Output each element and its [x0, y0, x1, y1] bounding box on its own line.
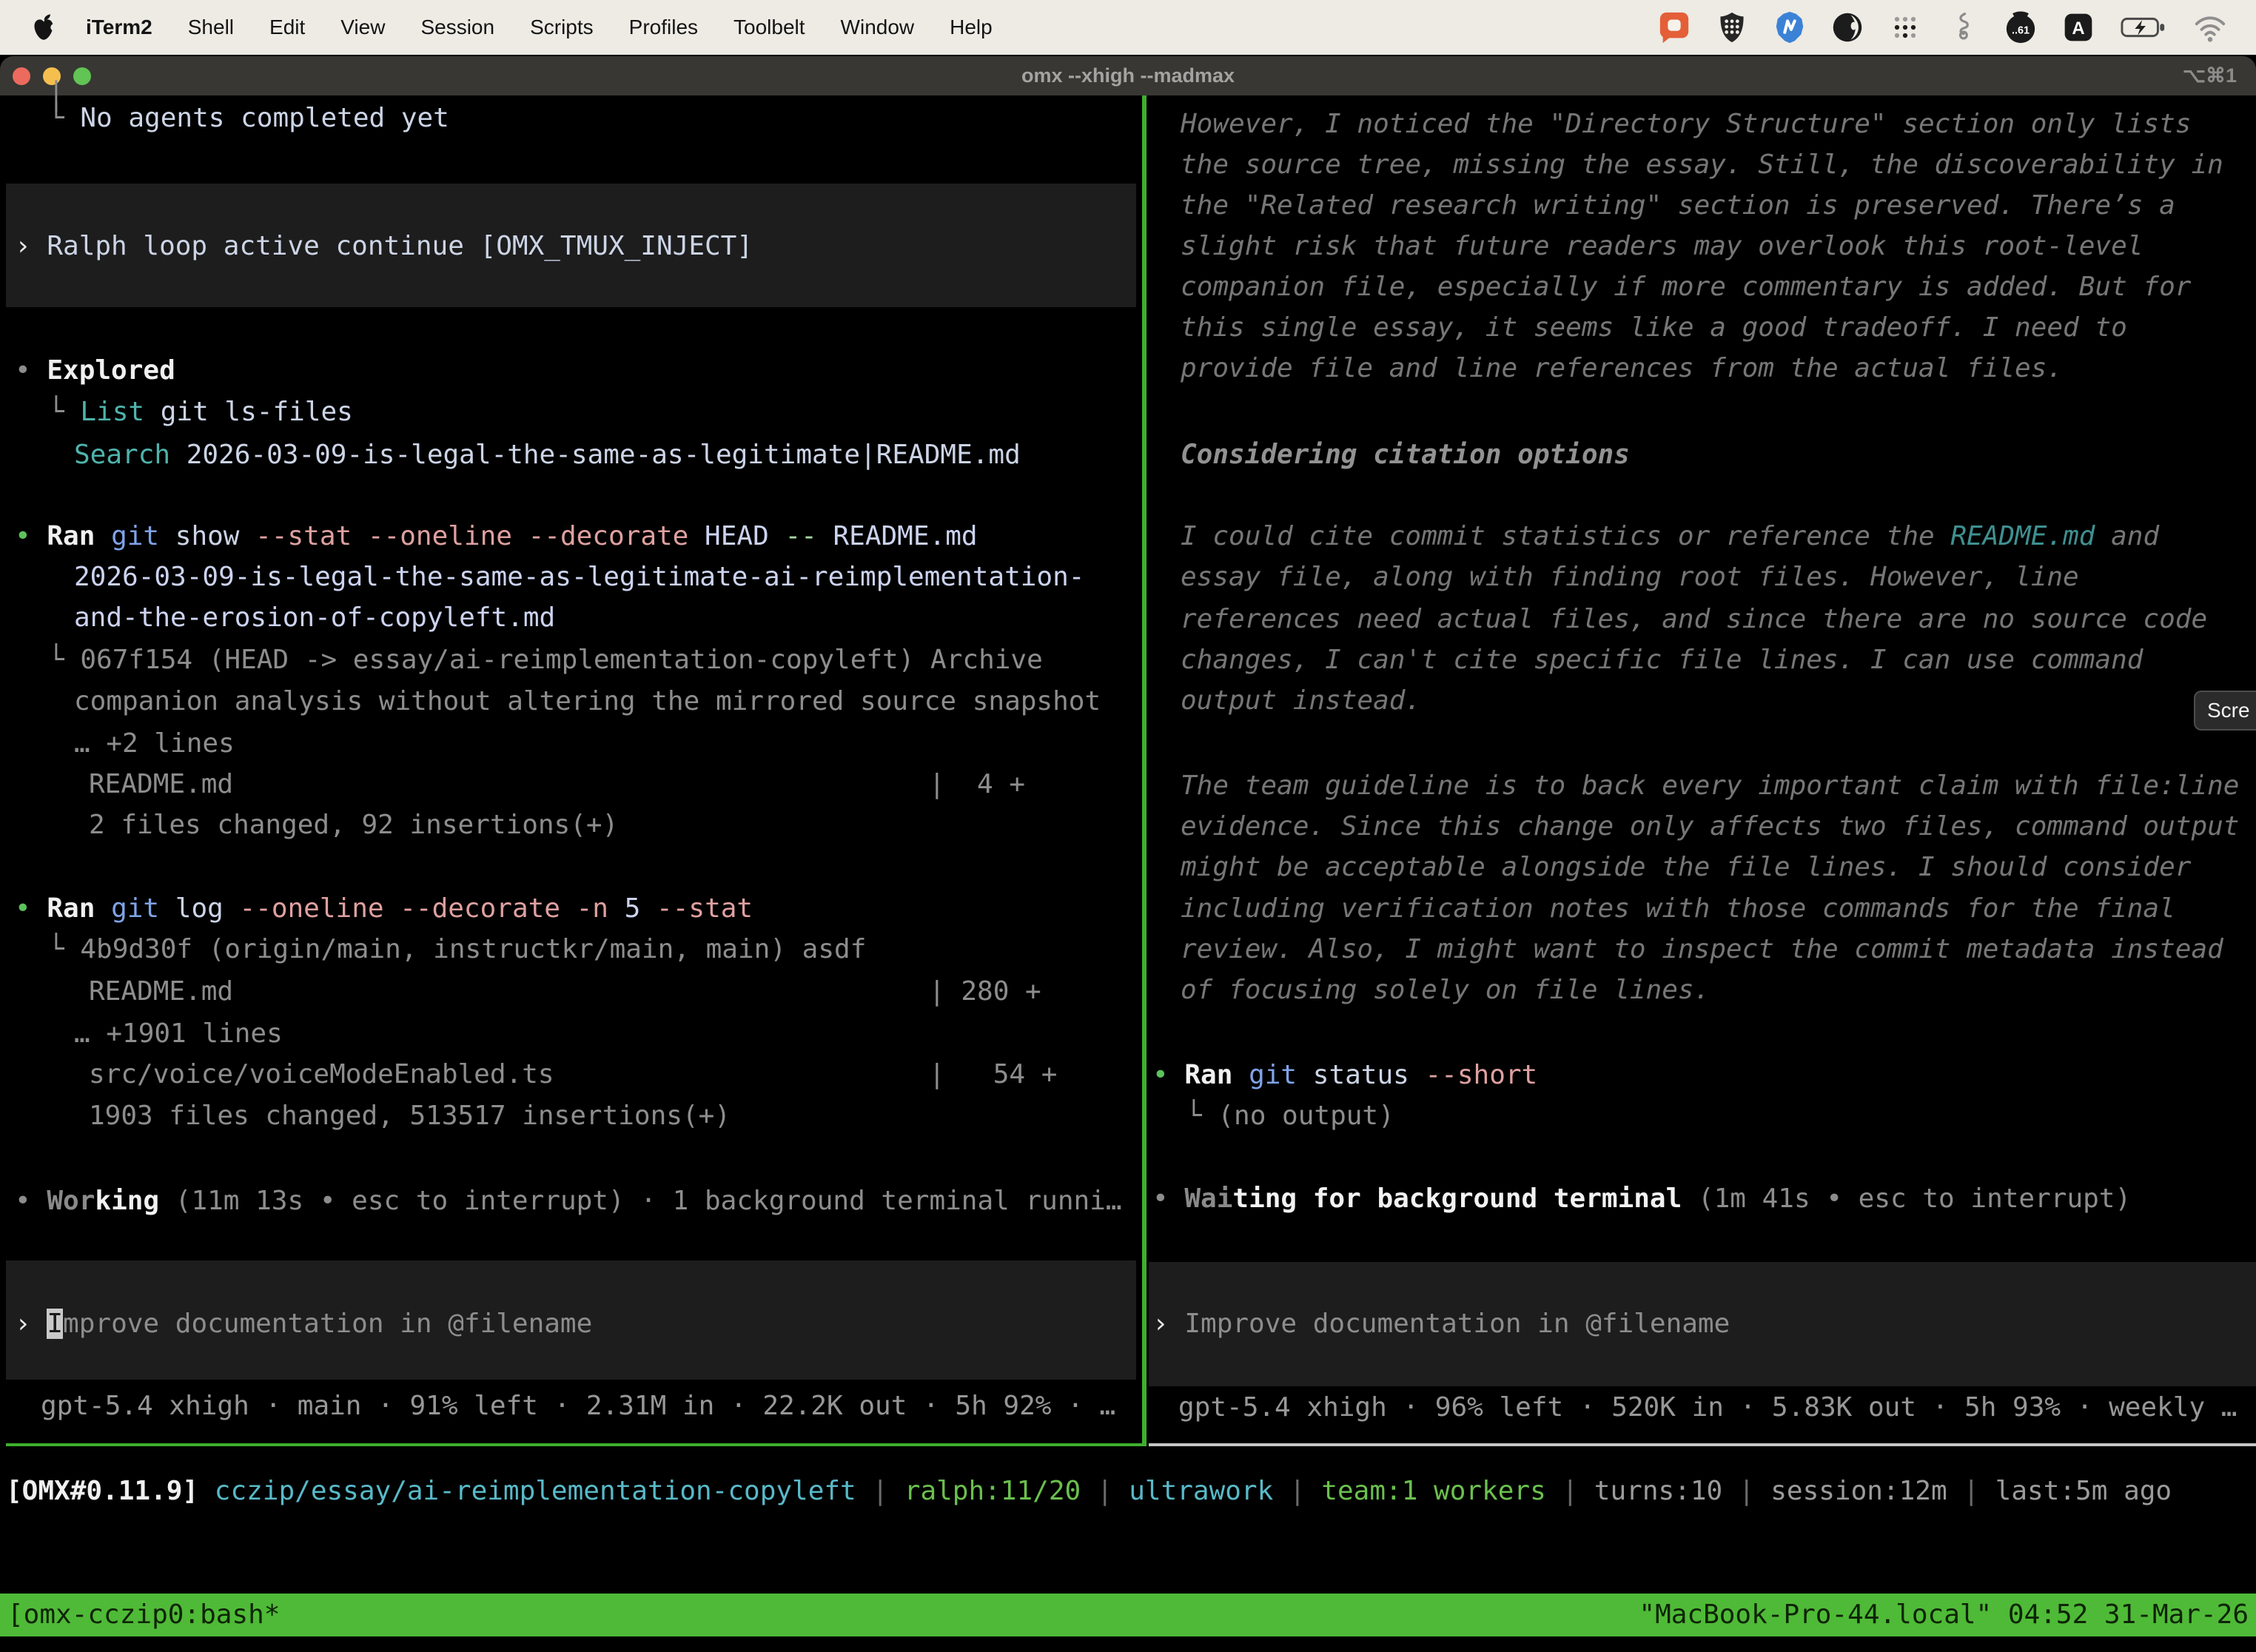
terminal-line: Search 2026-03-09-is-legal-the-same-as-l… [74, 434, 1021, 476]
menu-item-scripts[interactable]: Scripts [530, 16, 594, 39]
terminal-line: └ 4b9d30f (origin/main, instructkr/main,… [48, 929, 866, 970]
pane-divider[interactable] [1142, 95, 1147, 1446]
terminal-line: evidence. Since this change only affects… [1181, 806, 2239, 847]
terminal-line: src/voice/voiceModeEnabled.ts| 54 + [89, 1054, 554, 1095]
dots-grid-icon[interactable] [1887, 10, 1923, 45]
omx-status-line: [OMX#0.11.9] cczip/essay/ai-reimplementa… [6, 1471, 2172, 1512]
tmux-status-bar: [omx-cczip0:bash* "MacBook-Pro-44.local"… [0, 1594, 2256, 1636]
menu-item-window[interactable]: Window [841, 16, 915, 39]
menubar-status-icons: ..61 A [1656, 10, 2228, 45]
terminal-line: references need actual files, and since … [1181, 599, 2207, 640]
menu-item-app[interactable]: iTerm2 [86, 16, 152, 39]
terminal-line: 2026-03-09-is-legal-the-same-as-legitima… [74, 557, 1084, 598]
terminal-line: companion analysis without altering the … [74, 681, 1101, 722]
menu-item-session[interactable]: Session [420, 16, 494, 39]
terminal-line: 2 files changed, 92 insertions(+) [89, 805, 618, 846]
terminal-line: • Ran git show --stat --oneline --decora… [15, 516, 978, 557]
terminal-line: slight risk that future readers may over… [1181, 226, 2143, 267]
menu-item-shell[interactable]: Shell [188, 16, 234, 39]
terminal-line: of focusing solely on file lines. [1181, 970, 1710, 1011]
thinking-heading: Considering citation options [1181, 434, 1630, 476]
terminal-line: … +2 lines [74, 723, 235, 765]
wifi-icon[interactable] [2192, 10, 2228, 45]
terminal-line: I could cite commit statistics or refere… [1181, 516, 2159, 557]
blue-badge-icon[interactable] [1772, 10, 1807, 45]
terminal-line: └ 067f154 (HEAD -> essay/ai-reimplementa… [48, 639, 1043, 681]
terminal-line: └ (no output) [1186, 1095, 1394, 1137]
screen-share-icon[interactable] [1656, 10, 1692, 45]
terminal-line: and-the-erosion-of-copyleft.md [74, 597, 555, 639]
terminal-line: README.md| 280 + [89, 971, 233, 1013]
apple-menu-icon[interactable] [33, 13, 56, 41]
terminal-line: this single essay, it seems like a good … [1181, 307, 2127, 349]
left-input-line: › Improve documentation in @filename [15, 1303, 592, 1345]
terminal-line: might be acceptable alongside the file l… [1181, 847, 2191, 888]
svg-text:..61: ..61 [2012, 25, 2030, 37]
menu-item-edit[interactable]: Edit [269, 16, 305, 39]
terminal-line: output instead. [1181, 680, 1421, 722]
menu-bar: iTerm2 Shell Edit View Session Scripts Profil… [0, 0, 2256, 55]
tmux-session-label: [omx-cczip0:bash* [7, 1594, 280, 1636]
pie-circle-icon[interactable] [1830, 10, 1865, 45]
terminal-line: README.md| 4 + [89, 764, 233, 805]
terminal-line: essay file, along with finding root file… [1181, 557, 2079, 598]
terminal-line: the "Related research writing" section i… [1181, 185, 2175, 226]
terminal-line: 1903 files changed, 513517 insertions(+) [89, 1095, 731, 1137]
menu-item-toolbelt[interactable]: Toolbelt [733, 16, 805, 39]
right-pane-bottom-border [1149, 1443, 2256, 1446]
terminal-line: the source tree, missing the essay. Stil… [1181, 144, 2223, 186]
right-input-line: › Improve documentation in @filename [1152, 1303, 1730, 1345]
menu-item-profiles[interactable]: Profiles [629, 16, 698, 39]
terminal-line: changes, I can't cite specific file line… [1181, 639, 2143, 681]
terminal-line: └ List git ls-files [48, 392, 353, 433]
terminal-line: • Explored [15, 350, 175, 392]
terminal-line: • Ran git status --short [1152, 1055, 1537, 1096]
timer-badge-icon[interactable]: ..61 [2003, 10, 2038, 45]
left-history-prompt: › Ralph loop active continue [OMX_TMUX_I… [15, 226, 753, 267]
tmux-host-clock: "MacBook-Pro-44.local" 04:52 31-Mar-26 [1639, 1594, 2249, 1636]
terminal-line: including verification notes with those … [1181, 888, 2175, 930]
shield-grid-icon[interactable] [1714, 10, 1750, 45]
left-working-status: • Working (11m 13s • esc to interrupt) ·… [15, 1181, 1122, 1222]
terminal-line: companion file, especially if more comme… [1181, 266, 2191, 308]
terminal-line: However, I noticed the "Directory Struct… [1181, 104, 2191, 145]
terminal-line: … +1901 lines [74, 1013, 283, 1055]
left-model-statusline: gpt-5.4 xhigh · main · 91% left · 2.31M … [41, 1386, 1115, 1427]
screen-overlay-tooltip: Scre [2194, 691, 2256, 731]
menu-item-view[interactable]: View [340, 16, 385, 39]
battery-icon[interactable] [2118, 10, 2170, 45]
right-model-statusline: gpt-5.4 xhigh · 96% left · 520K in · 5.8… [1178, 1387, 2237, 1428]
svg-text:A: A [2072, 19, 2084, 38]
left-pane-bottom-border [6, 1443, 1142, 1446]
terminal-line: The team guideline is to back every impo… [1181, 765, 2239, 807]
a-square-icon[interactable]: A [2061, 10, 2096, 45]
menu-items: Shell Edit View Session Scripts Profiles Toolb… [188, 16, 993, 39]
terminal-line: • Ran git log --oneline --decorate -n 5 … [15, 888, 753, 930]
tooltip-label: Scre [2207, 699, 2250, 722]
terminal-line: review. Also, I might want to inspect th… [1181, 929, 2223, 970]
terminal-content: Scre [omx-cczip0:bash* "MacBook-Pro-44.l… [0, 0, 2256, 1652]
squiggle-icon[interactable] [1945, 10, 1981, 45]
terminal-line: provide file and line references from th… [1181, 348, 2063, 389]
screenshot-root: iTerm2 Shell Edit View Session Scripts Profil… [0, 0, 2256, 1652]
right-waiting-status: • Waiting for background terminal (1m 41… [1152, 1178, 2131, 1220]
menu-item-help[interactable]: Help [950, 16, 993, 39]
terminal-line: └ No agents completed yet [48, 98, 449, 139]
